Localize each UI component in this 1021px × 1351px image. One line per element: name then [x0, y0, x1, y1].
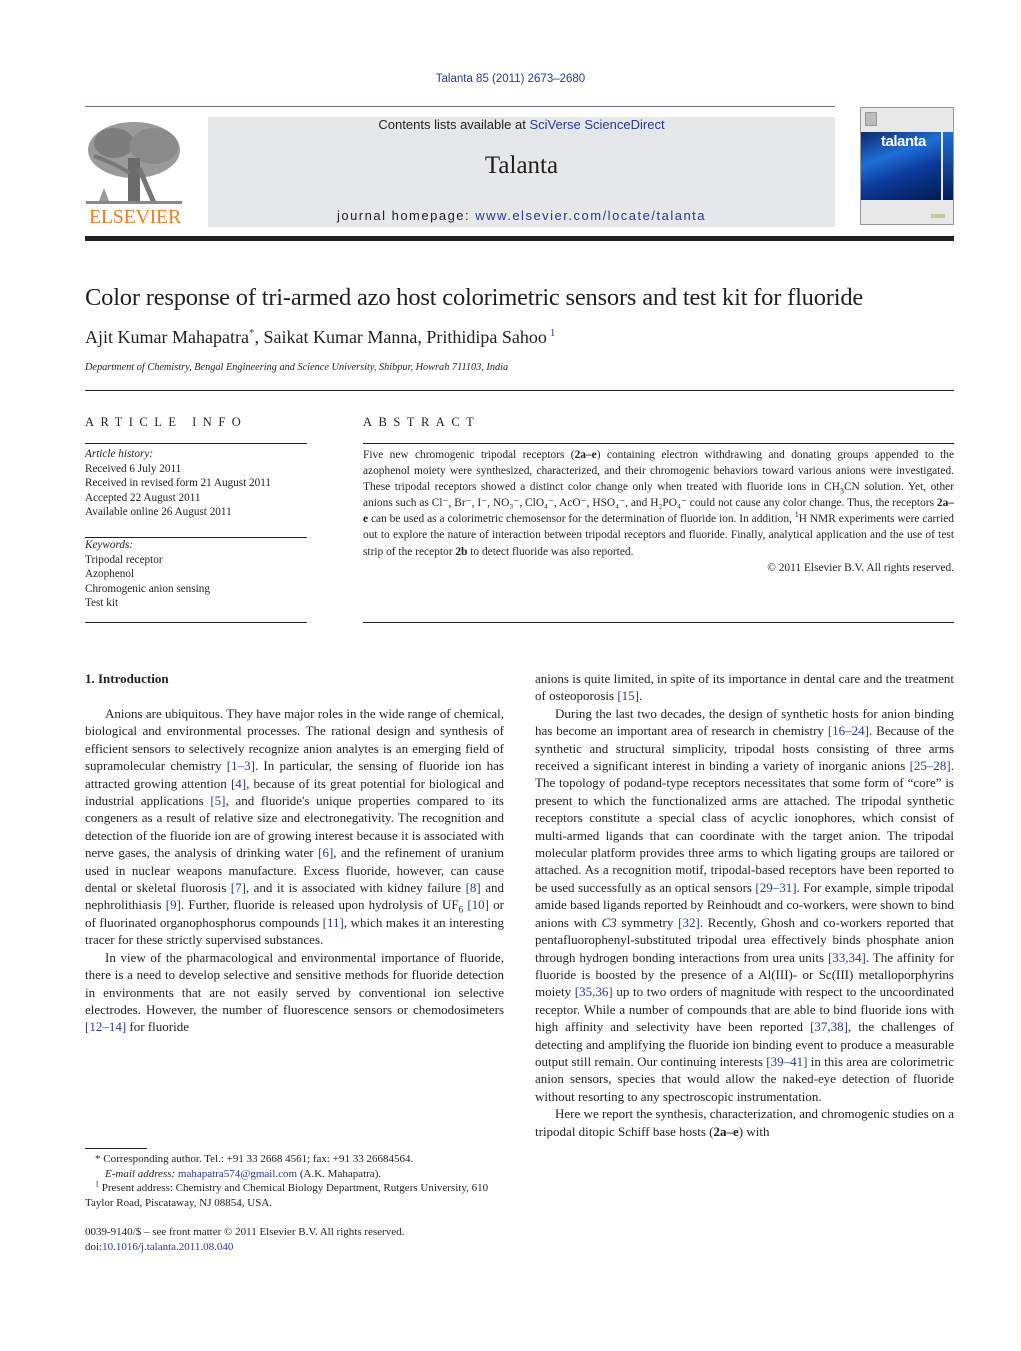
top-divider	[85, 106, 835, 107]
front-matter: 0039-9140/$ – see front matter © 2011 El…	[85, 1225, 404, 1255]
citation-link[interactable]: [32]	[678, 915, 700, 930]
doi-line: doi:10.1016/j.talanta.2011.08.040	[85, 1241, 234, 1253]
keywords: Keywords: Tripodal receptor Azophenol Ch…	[85, 538, 210, 611]
footnote-corresponding: * Corresponding author. Tel.: +91 33 266…	[95, 1153, 414, 1165]
citation-link[interactable]: [11]	[323, 915, 344, 930]
citation-link[interactable]: [12–14]	[85, 1019, 126, 1034]
sciencedirect-link[interactable]: SciVerse ScienceDirect	[529, 117, 664, 132]
author-list: Ajit Kumar Mahapatra*, Saikat Kumar Mann…	[85, 327, 555, 348]
cover-artwork-edge	[943, 132, 953, 200]
doi-link[interactable]: 10.1016/j.talanta.2011.08.040	[102, 1241, 233, 1253]
article-info-heading: ARTICLE INFO	[85, 415, 248, 429]
divider	[85, 622, 307, 623]
citation-link[interactable]: [39–41]	[766, 1054, 807, 1069]
author-name[interactable]: Ajit Kumar Mahapatra	[85, 327, 249, 347]
homepage-prefix: journal homepage:	[336, 208, 476, 223]
abstract-body: Five new chromogenic tripodal receptors …	[363, 447, 954, 576]
journal-header-box: Contents lists available at SciVerse Sci…	[208, 117, 835, 227]
keyword: Azophenol	[85, 568, 135, 580]
article-history: Article history: Received 6 July 2011 Re…	[85, 447, 271, 520]
history-label: Article history:	[85, 448, 154, 460]
footnote-present-address: 1 Present address: Chemistry and Chemica…	[85, 1179, 489, 1209]
footnote-divider	[85, 1148, 147, 1149]
footnote-mark[interactable]: 1	[550, 327, 556, 339]
citation-link[interactable]: [16–24]	[828, 723, 869, 738]
homepage-link[interactable]: www.elsevier.com/locate/talanta	[475, 208, 706, 223]
citation-link[interactable]: [25–28]	[910, 758, 951, 773]
abstract-text: Five new chromogenic tripodal receptors …	[363, 449, 575, 461]
paragraph: anions is quite limited, in spite of its…	[535, 671, 954, 704]
footnote-email: E-mail address: mahapatra574@gmail.com (…	[105, 1167, 382, 1180]
keyword: Tripodal receptor	[85, 553, 163, 566]
citation-link[interactable]: [6]	[318, 845, 333, 860]
contents-availability: Contents lists available at SciVerse Sci…	[208, 117, 835, 132]
section-heading: 1. Introduction	[85, 671, 169, 686]
issn-line: 0039-9140/$ – see front matter © 2011 El…	[85, 1226, 405, 1238]
history-item: Received 6 July 2011	[85, 462, 182, 475]
citation-link[interactable]: [4]	[231, 776, 246, 791]
contents-prefix: Contents lists available at	[378, 117, 530, 132]
paragraph: Here we report the synthesis, characteri…	[535, 1106, 954, 1139]
journal-homepage: journal homepage: www.elsevier.com/locat…	[208, 208, 835, 223]
journal-cover-thumbnail[interactable]: talanta	[860, 107, 954, 225]
citation-link[interactable]: [37,38]	[810, 1019, 848, 1034]
abstract-text: can be used as a colorimetric chemosenso…	[368, 513, 795, 526]
footnotes: * Corresponding author. Tel.: +91 33 266…	[85, 1152, 504, 1210]
citation-link[interactable]: [7]	[231, 880, 246, 895]
article-title: Color response of tri-armed azo host col…	[85, 284, 864, 311]
keyword: Chromogenic anion sensing	[85, 582, 210, 595]
elsevier-wordmark: ELSEVIER	[88, 206, 182, 228]
divider	[85, 443, 307, 444]
citation-link[interactable]: [5]	[210, 793, 225, 808]
citation-link[interactable]: [10]	[467, 897, 489, 912]
journal-name: Talanta	[484, 152, 559, 179]
elsevier-logo[interactable]: ELSEVIER	[84, 118, 186, 230]
citation-link[interactable]: [35,36]	[575, 984, 613, 999]
history-item: Received in revised form 21 August 2011	[85, 477, 272, 489]
divider	[363, 443, 954, 444]
divider	[363, 622, 954, 623]
header-divider	[85, 236, 954, 241]
keyword: Test kit	[85, 597, 119, 609]
history-item: Available online 26 August 2011	[85, 506, 232, 518]
author-name[interactable]: Prithidipa Sahoo	[426, 327, 547, 347]
keywords-label: Keywords:	[85, 539, 134, 551]
divider	[85, 390, 954, 391]
cover-title: talanta	[881, 133, 926, 150]
abstract-text: to detect fluoride was also reported.	[467, 545, 634, 558]
history-item: Accepted 22 August 2011	[85, 491, 201, 504]
author-name[interactable]: Saikat Kumar Manna	[263, 327, 417, 347]
citation-link[interactable]: [9]	[166, 897, 181, 912]
citation-link[interactable]: [1–3]	[227, 758, 255, 773]
compound-label: 2b	[455, 545, 468, 558]
journal-citation-link[interactable]: Talanta 85 (2011) 2673–2680	[0, 73, 1021, 85]
cover-footer-logo-icon	[931, 214, 945, 218]
body-column-left: Anions are ubiquitous. They have major r…	[85, 705, 504, 1036]
citation-link[interactable]: [8]	[466, 880, 481, 895]
abstract-heading: ABSTRACT	[363, 415, 481, 429]
paragraph: In view of the pharmacological and envir…	[85, 949, 504, 1035]
citation-link[interactable]: [15]	[617, 688, 639, 703]
email-link[interactable]: mahapatra574@gmail.com	[178, 1168, 297, 1180]
compound-label: 2a–e	[574, 449, 597, 461]
body-column-right: anions is quite limited, in spite of its…	[535, 670, 954, 1140]
cover-publisher-icon	[865, 112, 877, 126]
abstract-copyright: © 2011 Elsevier B.V. All rights reserved…	[767, 561, 954, 574]
affiliation: Department of Chemistry, Bengal Engineer…	[85, 362, 509, 373]
citation-link[interactable]: [29–31]	[755, 880, 796, 895]
paragraph: During the last two decades, the design …	[535, 705, 955, 1104]
citation-link[interactable]: [33,34]	[828, 950, 866, 965]
paragraph: Anions are ubiquitous. They have major r…	[85, 706, 505, 948]
